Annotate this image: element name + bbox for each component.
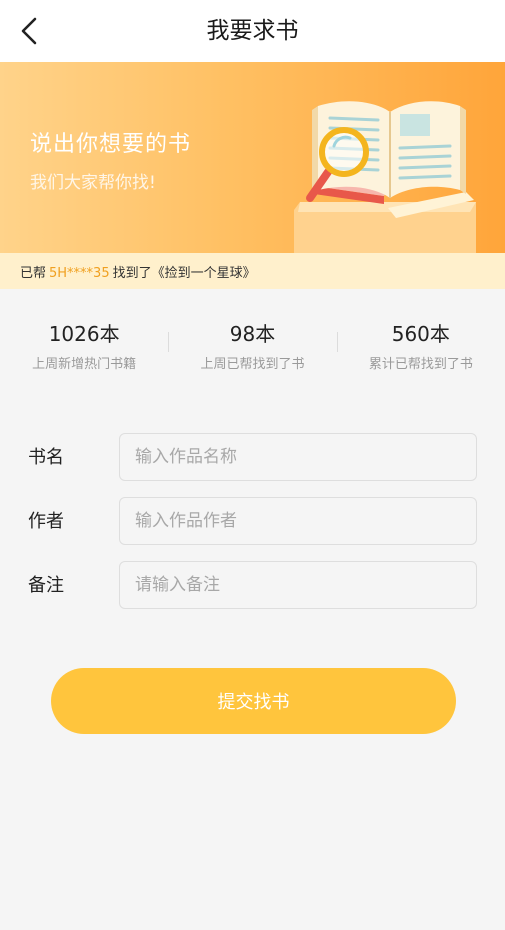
ticker-text: 找到了《捡到一个星球》 <box>112 265 256 281</box>
author-input[interactable] <box>119 497 477 545</box>
stat-weekly-new: 1026本 上周新增热门书籍 <box>0 312 168 382</box>
stat-value: 1026本 <box>48 322 120 346</box>
page-title: 我要求书 <box>206 18 299 44</box>
form-row-author: 作者 <box>0 497 505 547</box>
banner-subtitle: 我们大家帮你找! <box>30 173 156 193</box>
book-title-input[interactable] <box>119 433 477 481</box>
note-input[interactable] <box>119 561 477 609</box>
open-book-magnifier-illustration <box>294 101 476 253</box>
stat-label: 累计已帮找到了书 <box>368 357 473 372</box>
back-button[interactable] <box>12 14 46 48</box>
banner-title: 说出你想要的书 <box>30 132 192 157</box>
form-row-title: 书名 <box>0 433 505 483</box>
stats-row: 1026本 上周新增热门书籍 98本 上周已帮找到了书 560本 累计已帮找到了… <box>0 312 505 382</box>
submit-request-button[interactable]: 提交找书 <box>51 668 456 734</box>
found-book-ticker: 已帮 5H****35 找到了《捡到一个星球》 <box>0 253 505 289</box>
author-label: 作者 <box>28 511 64 532</box>
stat-total-found: 560本 累计已帮找到了书 <box>336 312 505 382</box>
stat-label: 上周新增热门书籍 <box>32 357 137 372</box>
stat-label: 上周已帮找到了书 <box>200 357 305 372</box>
stat-value: 560本 <box>391 322 450 346</box>
form-row-note: 备注 <box>0 561 505 611</box>
ticker-prefix: 已帮 <box>20 265 47 281</box>
stat-weekly-found: 98本 上周已帮找到了书 <box>168 312 336 382</box>
note-label: 备注 <box>28 575 64 596</box>
top-bar: 我要求书 <box>0 0 505 62</box>
stat-value: 98本 <box>229 322 276 346</box>
banner: 说出你想要的书 我们大家帮你找! <box>0 62 505 253</box>
book-title-label: 书名 <box>28 447 64 468</box>
chevron-left-icon <box>21 17 37 45</box>
ticker-user: 5H****35 <box>49 265 110 281</box>
